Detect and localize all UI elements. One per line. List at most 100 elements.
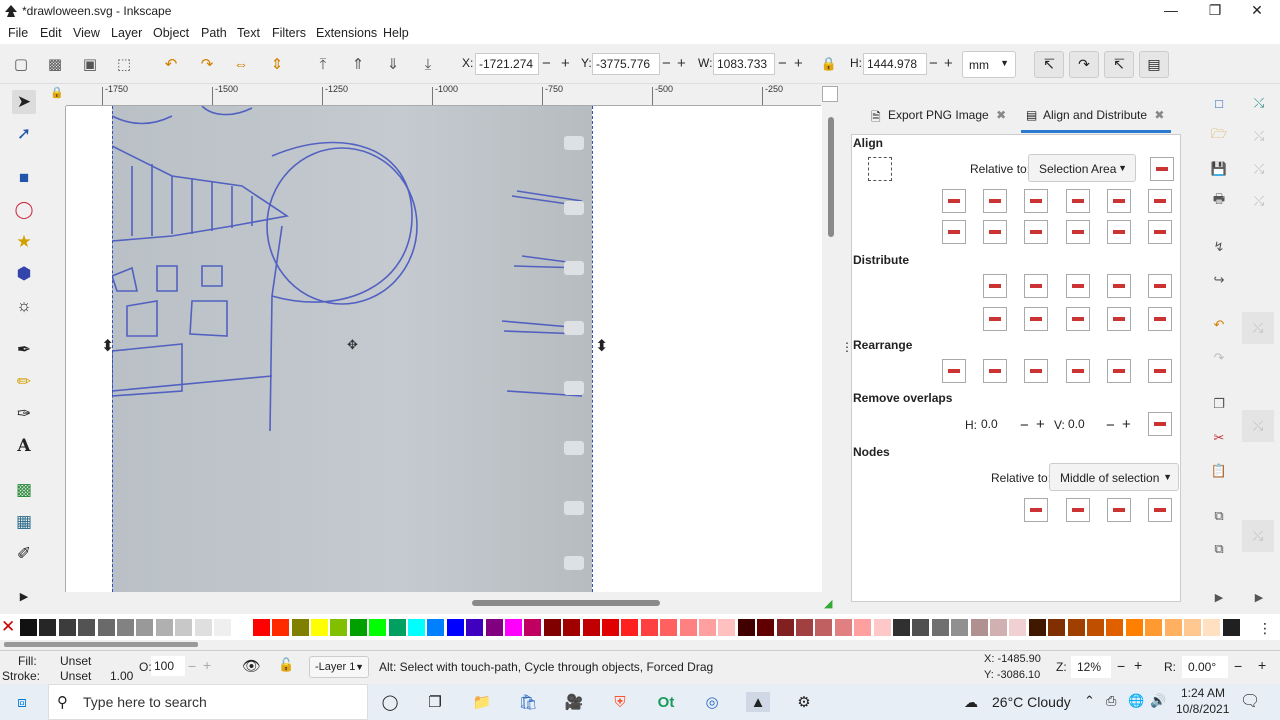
menu-view[interactable]: View [73, 26, 100, 40]
mesh-tool-icon[interactable]: ▦ [12, 510, 36, 534]
color-swatch[interactable] [543, 619, 561, 636]
redo-icon[interactable]: ↷ [1208, 347, 1230, 369]
color-swatch[interactable] [1184, 619, 1201, 636]
color-swatch[interactable] [214, 619, 231, 636]
rotation-center-icon[interactable]: ✥ [347, 337, 358, 353]
color-swatch[interactable] [369, 619, 387, 636]
zoom-app-icon[interactable]: 🎥 [562, 692, 586, 712]
new-document-icon[interactable]: □ [1208, 92, 1230, 114]
zoom-field[interactable]: 12% [1071, 656, 1111, 678]
color-swatch[interactable] [1028, 619, 1046, 636]
network-icon[interactable]: ⎙ [1106, 693, 1116, 709]
color-swatch[interactable] [854, 619, 872, 636]
treat-as-group-toggle[interactable] [868, 157, 892, 181]
x-field[interactable]: -1721.274 [475, 53, 539, 75]
rotate-field[interactable]: 0.00° [1182, 656, 1228, 678]
print-icon[interactable]: 🖶 [1208, 190, 1230, 212]
palette-scrollbar[interactable] [0, 640, 1280, 650]
color-swatch[interactable] [970, 619, 988, 636]
opacity-increment[interactable]: + [203, 657, 211, 673]
cut-icon[interactable]: ✂ [1208, 427, 1230, 449]
palette-menu-icon[interactable]: ⋮ [1258, 620, 1272, 637]
transform-patterns-button[interactable]: ▤ [1139, 51, 1169, 78]
rotate-cw-button[interactable]: + [1258, 657, 1266, 673]
remove-overlaps-button[interactable] [1148, 412, 1172, 436]
align-nodes-vertical-button[interactable] [1066, 498, 1090, 522]
rectangle-tool-icon[interactable]: ■ [12, 166, 36, 190]
save-icon[interactable]: 💾 [1208, 158, 1230, 180]
overlap-h-field[interactable]: 0.0 [978, 413, 1018, 435]
snap-edges-icon[interactable]: ⤯ [1248, 158, 1270, 180]
menu-help[interactable]: Help [383, 26, 409, 40]
distribute-gaps-v-button[interactable] [1107, 307, 1131, 331]
drawing-canvas[interactable]: ⬍ ⬍ ✥ [66, 106, 822, 592]
gradient-tool-icon[interactable]: ▩ [12, 478, 36, 502]
color-swatch[interactable] [621, 619, 639, 636]
y-increment-button[interactable]: + [677, 56, 686, 71]
lower-to-bottom-icon[interactable]: ⤓ [417, 53, 439, 75]
lower-icon[interactable]: ⇓ [382, 53, 404, 75]
distribute-centers-h-button[interactable] [1024, 274, 1048, 298]
ellipse-tool-icon[interactable]: ◯ [12, 198, 36, 222]
overlap-v-increment[interactable]: + [1122, 416, 1131, 433]
snap-guides-icon[interactable]: ⤯ [1242, 520, 1274, 552]
color-swatch[interactable] [39, 619, 57, 636]
minimize-button[interactable]: — [1148, 0, 1194, 22]
paste-icon[interactable]: 📋 [1208, 460, 1230, 482]
cortana-icon[interactable]: ◯ [378, 692, 402, 712]
menu-filters[interactable]: Filters [272, 26, 306, 40]
color-swatch[interactable] [524, 619, 542, 636]
edge-icon[interactable]: ◎ [700, 692, 724, 712]
x-increment-button[interactable]: + [561, 56, 570, 71]
align-left-to-right-button[interactable] [1107, 189, 1131, 213]
zoom-out-button[interactable]: − [1117, 658, 1125, 674]
rotate-ccw-button[interactable]: − [1234, 658, 1242, 674]
color-swatch[interactable] [834, 619, 852, 636]
distribute-top-button[interactable] [983, 307, 1007, 331]
snap-corners-icon[interactable]: ⤯ [1248, 190, 1270, 212]
align-bottom-to-top-button[interactable] [942, 220, 966, 244]
eye-icon[interactable]: 👁 [242, 657, 261, 675]
distribute-nodes-v-button[interactable] [1148, 498, 1172, 522]
exchange-selection-order-button[interactable] [983, 359, 1007, 383]
undo-icon[interactable]: ↶ [1208, 314, 1230, 336]
color-swatch[interactable] [951, 619, 969, 636]
pen-tool-icon[interactable]: ✒ [12, 338, 36, 362]
windows-start-icon[interactable]: ⧈ [10, 692, 34, 712]
calligraphy-tool-icon[interactable]: ✑ [12, 402, 36, 426]
color-manage-icon[interactable]: ◢ [824, 597, 838, 611]
menu-object[interactable]: Object [153, 26, 189, 40]
color-swatch[interactable] [78, 619, 96, 636]
color-swatch[interactable] [757, 619, 775, 636]
menu-edit[interactable]: Edit [40, 26, 62, 40]
color-swatch[interactable] [466, 619, 484, 636]
color-swatch[interactable] [640, 619, 658, 636]
dropper-tool-icon[interactable]: ✐ [12, 542, 36, 566]
settings-gear-icon[interactable]: ⚙ [792, 692, 816, 712]
color-swatch[interactable] [1222, 619, 1240, 636]
color-swatch[interactable] [737, 619, 755, 636]
weather-icon[interactable]: ☁ [964, 694, 978, 711]
spiral-tool-icon[interactable]: ☼ [12, 294, 36, 318]
select-all-layers-icon[interactable]: ▩ [44, 53, 66, 75]
color-swatch[interactable] [349, 619, 367, 636]
star-tool-icon[interactable]: ★ [12, 230, 36, 254]
distribute-baselines-v-button[interactable] [1148, 307, 1172, 331]
overlap-v-field[interactable]: 0.0 [1065, 413, 1105, 435]
w-decrement-button[interactable]: − [778, 56, 787, 71]
color-swatch[interactable] [1067, 619, 1085, 636]
x-decrement-button[interactable]: − [542, 56, 551, 71]
expand-snap-icon[interactable]: ▶ [1248, 586, 1270, 608]
unit-dropdown[interactable]: mm ▼ [962, 51, 1016, 78]
color-swatch[interactable] [446, 619, 464, 636]
color-swatch[interactable] [427, 619, 445, 636]
color-swatch[interactable] [330, 619, 348, 636]
color-swatch[interactable] [1009, 619, 1027, 636]
pencil-tool-icon[interactable]: ✏ [12, 370, 36, 394]
nodes-relative-to-dropdown[interactable]: Middle of selection ▼ [1049, 463, 1179, 491]
distribute-nodes-h-button[interactable] [1107, 498, 1131, 522]
color-swatch[interactable] [679, 619, 697, 636]
exchange-stacking-order-button[interactable] [1024, 359, 1048, 383]
move-selection-as-group-button[interactable] [1150, 157, 1174, 181]
center-horizontal-axis-button[interactable] [1024, 220, 1048, 244]
